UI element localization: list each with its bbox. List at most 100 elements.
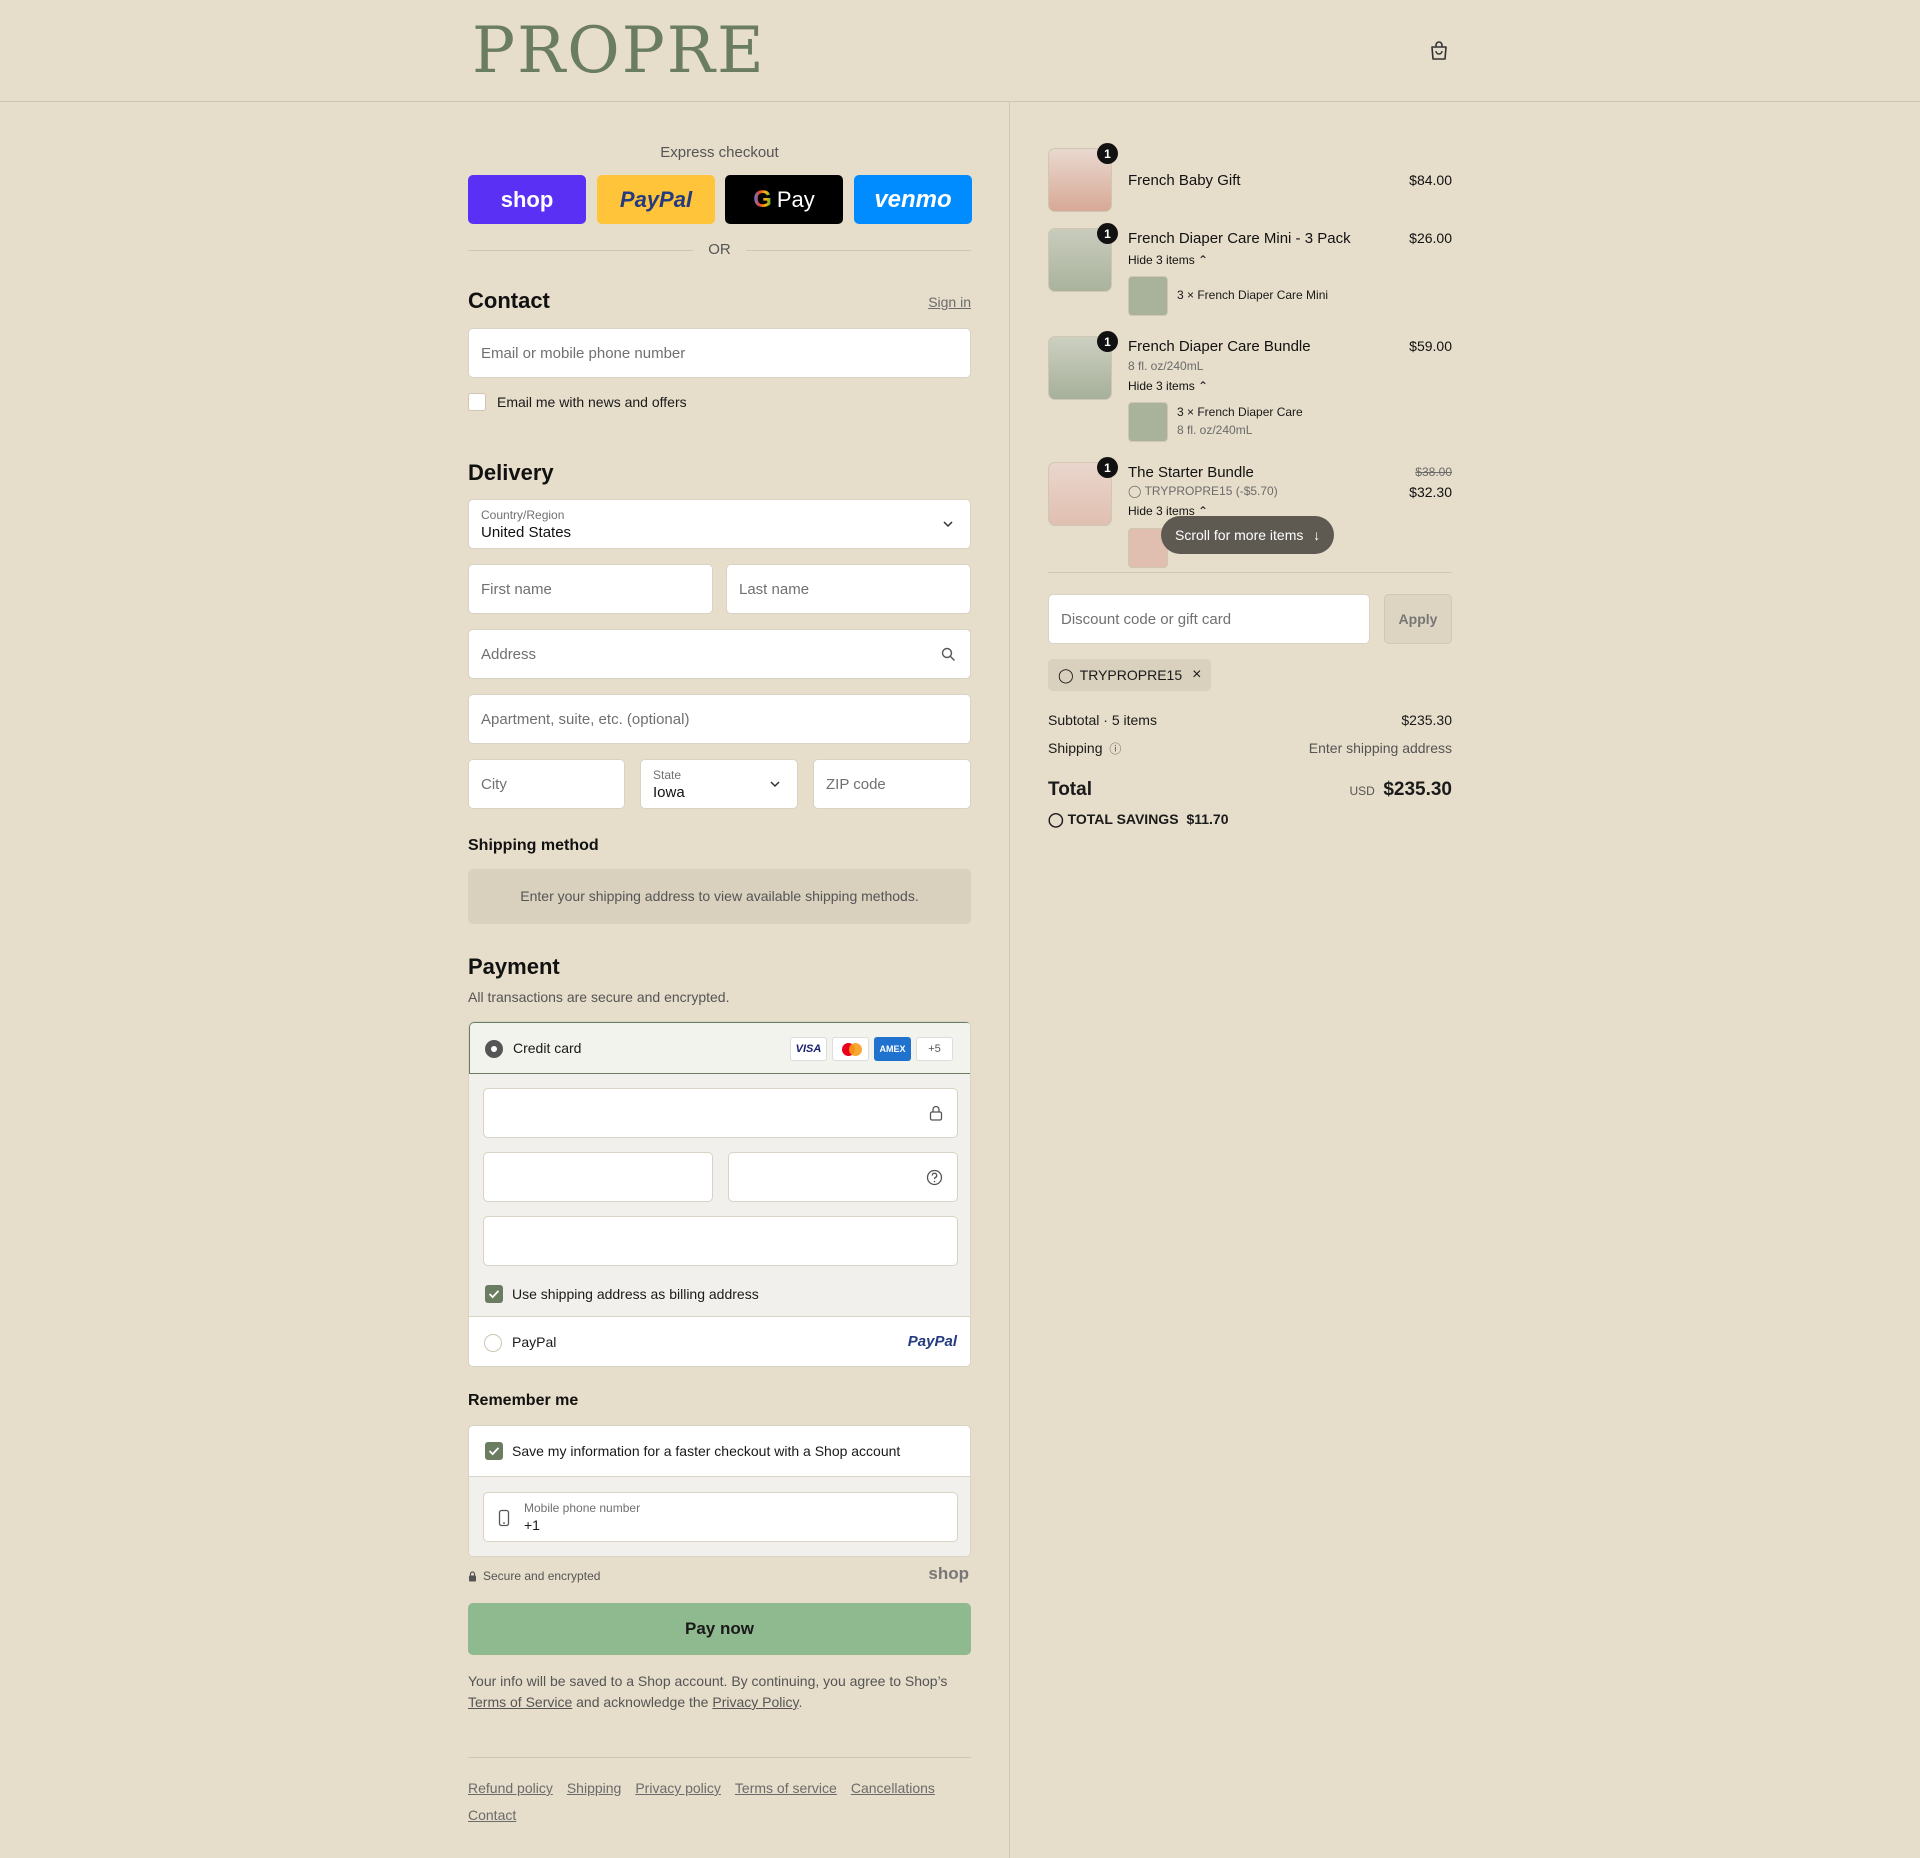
- expiry-field[interactable]: [483, 1152, 713, 1202]
- shop-pay-button[interactable]: shop: [468, 175, 586, 224]
- shipping-link[interactable]: Shipping: [567, 1780, 622, 1796]
- zip-field[interactable]: ZIP code: [813, 759, 971, 809]
- tag-icon: ◯: [1128, 484, 1142, 498]
- apply-button[interactable]: Apply: [1384, 594, 1452, 644]
- sub-item-thumbnail: [1128, 276, 1168, 316]
- help-circle-icon[interactable]: [926, 1169, 943, 1186]
- hide-items-label: Hide 3 items: [1128, 379, 1195, 393]
- item-name: French Diaper Care Mini - 3 Pack: [1128, 230, 1351, 247]
- name-on-card-field[interactable]: [483, 1216, 958, 1266]
- sign-in-link[interactable]: Sign in: [928, 294, 971, 310]
- tag-icon: ◯: [1058, 666, 1074, 683]
- mastercard-icon: [832, 1037, 869, 1061]
- pay-now-button[interactable]: Pay now: [468, 1603, 971, 1655]
- paypal-logo: PayPal: [907, 1333, 957, 1350]
- footer-divider: [468, 1757, 971, 1758]
- or-text: OR: [708, 241, 731, 258]
- tag-icon: ◯: [1048, 811, 1064, 827]
- scroll-more-button[interactable]: Scroll for more items ↓: [1161, 516, 1335, 554]
- total-savings-value: $11.70: [1186, 811, 1229, 827]
- visa-icon: VISA: [790, 1037, 827, 1061]
- city-field[interactable]: City: [468, 759, 625, 809]
- gpay-label: Pay: [776, 186, 815, 212]
- total-value-row: USD $235.30: [1350, 779, 1452, 801]
- legal-text: Your info will be saved to a Shop accoun…: [468, 1671, 971, 1713]
- credit-card-label: Credit card: [513, 1040, 582, 1056]
- item-variant: 8 fl. oz/240mL: [1128, 359, 1204, 373]
- shipping-method-note: Enter your shipping address to view avai…: [468, 869, 971, 924]
- item-price: $84.00: [1409, 172, 1452, 188]
- checkmark-icon: [488, 1447, 500, 1456]
- mobile-phone-field[interactable]: Mobile phone number +1: [483, 1492, 958, 1542]
- hide-items-link[interactable]: Hide 3 items ⌃: [1128, 379, 1208, 393]
- contact-heading: Contact: [468, 288, 550, 313]
- google-pay-button[interactable]: G Pay: [725, 175, 843, 224]
- first-name-field[interactable]: First name: [468, 564, 713, 614]
- terms-of-service-footer-link[interactable]: Terms of service: [735, 1780, 837, 1796]
- billing-same-checkbox[interactable]: [485, 1285, 503, 1303]
- credit-card-option[interactable]: Credit card VISA AMEX +5: [469, 1022, 970, 1074]
- last-name-field[interactable]: Last name: [726, 564, 971, 614]
- payment-subtitle: All transactions are secure and encrypte…: [468, 989, 730, 1005]
- quantity-badge: 1: [1097, 331, 1118, 352]
- legal-text-end: .: [798, 1694, 803, 1710]
- arrow-down-icon: ↓: [1313, 527, 1321, 543]
- summary-divider: [1048, 572, 1452, 573]
- express-checkout-label: Express checkout: [660, 144, 779, 161]
- save-info-checkbox[interactable]: [485, 1442, 503, 1460]
- total-savings-row: ◯ TOTAL SAVINGS $11.70: [1048, 811, 1229, 828]
- paypal-express-button[interactable]: PayPal: [597, 175, 715, 224]
- security-code-field[interactable]: [728, 1152, 958, 1202]
- hide-items-link[interactable]: Hide 3 items ⌃: [1128, 253, 1208, 267]
- address-field[interactable]: Address: [468, 629, 971, 679]
- paypal-radio[interactable]: [484, 1334, 502, 1352]
- shopping-bag-icon[interactable]: [1428, 40, 1450, 62]
- total-label: Total: [1048, 779, 1092, 800]
- sub-item-thumbnail: [1128, 402, 1168, 442]
- close-icon[interactable]: ×: [1192, 666, 1201, 684]
- legal-text-1: Your info will be saved to a Shop accoun…: [468, 1673, 948, 1689]
- column-divider: [1009, 102, 1010, 1858]
- help-circle-icon[interactable]: ⓘ: [1109, 742, 1121, 756]
- paypal-option-label: PayPal: [512, 1334, 557, 1350]
- item-discount-code: TRYPROPRE15 (-$5.70): [1144, 484, 1278, 498]
- total-savings-label: TOTAL SAVINGS: [1067, 811, 1179, 827]
- phone-section: Mobile phone number +1: [469, 1476, 970, 1556]
- state-select[interactable]: State Iowa: [640, 759, 798, 809]
- card-details: Use shipping address as billing address: [469, 1074, 970, 1316]
- credit-card-radio[interactable]: [485, 1040, 503, 1058]
- country-select[interactable]: Country/Region United States: [468, 499, 971, 549]
- contact-link[interactable]: Contact: [468, 1807, 516, 1823]
- first-name-placeholder: First name: [481, 581, 552, 598]
- news-checkbox[interactable]: [468, 393, 486, 411]
- shipping-label: Shipping: [1048, 740, 1103, 756]
- search-icon: [941, 647, 955, 661]
- more-cards-badge: +5: [916, 1037, 953, 1061]
- applied-discount-tag: ◯ TRYPROPRE15 ×: [1048, 659, 1212, 691]
- state-value: Iowa: [653, 784, 685, 801]
- header: PROPRE: [0, 0, 1920, 102]
- apartment-field[interactable]: Apartment, suite, etc. (optional): [468, 694, 971, 744]
- card-number-field[interactable]: [483, 1088, 958, 1138]
- news-label: Email me with news and offers: [497, 394, 687, 410]
- terms-of-service-link[interactable]: Terms of Service: [468, 1694, 572, 1710]
- zip-placeholder: ZIP code: [826, 776, 886, 793]
- lock-icon: [469, 1571, 476, 1582]
- country-label: Country/Region: [481, 508, 565, 522]
- brand-logo[interactable]: PROPRE: [472, 14, 766, 88]
- discount-code-field[interactable]: Discount code or gift card: [1048, 594, 1370, 644]
- payment-heading: Payment: [468, 954, 560, 979]
- google-g-icon: G: [753, 185, 772, 213]
- paypal-option[interactable]: PayPal PayPal: [469, 1316, 970, 1366]
- secure-encrypted-text: Secure and encrypted: [483, 1569, 601, 1583]
- discount-placeholder: Discount code or gift card: [1061, 611, 1232, 628]
- privacy-policy-footer-link[interactable]: Privacy policy: [635, 1780, 721, 1796]
- cancellations-link[interactable]: Cancellations: [851, 1780, 935, 1796]
- privacy-policy-link[interactable]: Privacy Policy: [712, 1694, 798, 1710]
- email-field[interactable]: Email or mobile phone number: [468, 328, 971, 378]
- refund-policy-link[interactable]: Refund policy: [468, 1780, 553, 1796]
- venmo-button[interactable]: venmo: [854, 175, 972, 224]
- chevron-up-icon: ⌃: [1198, 253, 1209, 267]
- item-name: The Starter Bundle: [1128, 464, 1254, 481]
- amex-icon: AMEX: [874, 1037, 911, 1061]
